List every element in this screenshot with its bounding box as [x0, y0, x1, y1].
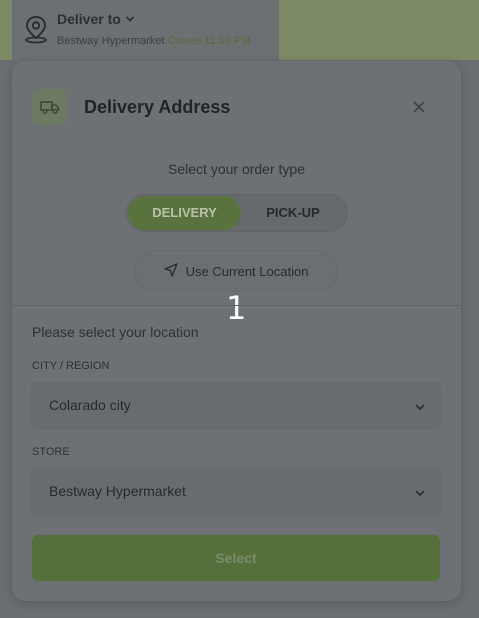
order-type-label: Select your order type — [168, 161, 305, 177]
select-location-label: Please select your location — [32, 324, 199, 340]
store-value: Bestway Hypermarket — [49, 483, 186, 499]
deliver-to-label: Deliver to — [57, 11, 121, 27]
use-current-location-button[interactable]: Use Current Location — [135, 251, 337, 291]
city-region-select[interactable]: Colarado city — [32, 383, 440, 429]
use-current-location-label: Use Current Location — [185, 263, 309, 279]
city-region-value: Colarado city — [49, 397, 131, 413]
city-region-label: CITY / REGION — [32, 360, 110, 372]
chevron-down-icon — [125, 11, 135, 27]
top-header: Deliver to Bestway Hypermarket Closes 11… — [0, 0, 479, 60]
delivery-option[interactable]: DELIVERY — [128, 196, 241, 230]
store-select[interactable]: Bestway Hypermarket — [32, 469, 440, 515]
step-number: 1 — [226, 289, 247, 327]
deliver-to-title: Deliver to — [57, 11, 135, 27]
map-pin-icon — [22, 14, 50, 44]
modal-header: Delivery Address — [12, 61, 461, 151]
navigation-arrow-icon — [163, 262, 178, 280]
deliver-to-selector[interactable]: Deliver to Bestway Hypermarket Closes 11… — [12, 0, 279, 60]
chevron-down-icon — [414, 486, 426, 498]
order-type-toggle: DELIVERY PICK-UP — [126, 194, 348, 232]
chevron-down-icon — [414, 400, 426, 412]
divider — [12, 305, 461, 306]
select-button[interactable]: Select — [32, 535, 440, 581]
truck-icon — [32, 89, 68, 125]
pickup-option[interactable]: PICK-UP — [243, 196, 343, 230]
close-icon[interactable] — [411, 99, 427, 115]
store-info: Bestway Hypermarket Closes 11:59 PM — [57, 35, 251, 47]
store-label: STORE — [32, 446, 70, 458]
modal-title: Delivery Address — [84, 97, 231, 117]
store-name: Bestway Hypermarket — [57, 35, 165, 47]
delivery-address-modal: Delivery Address Select your order type … — [12, 61, 461, 601]
store-hours: Closes 11:59 PM — [167, 35, 251, 47]
